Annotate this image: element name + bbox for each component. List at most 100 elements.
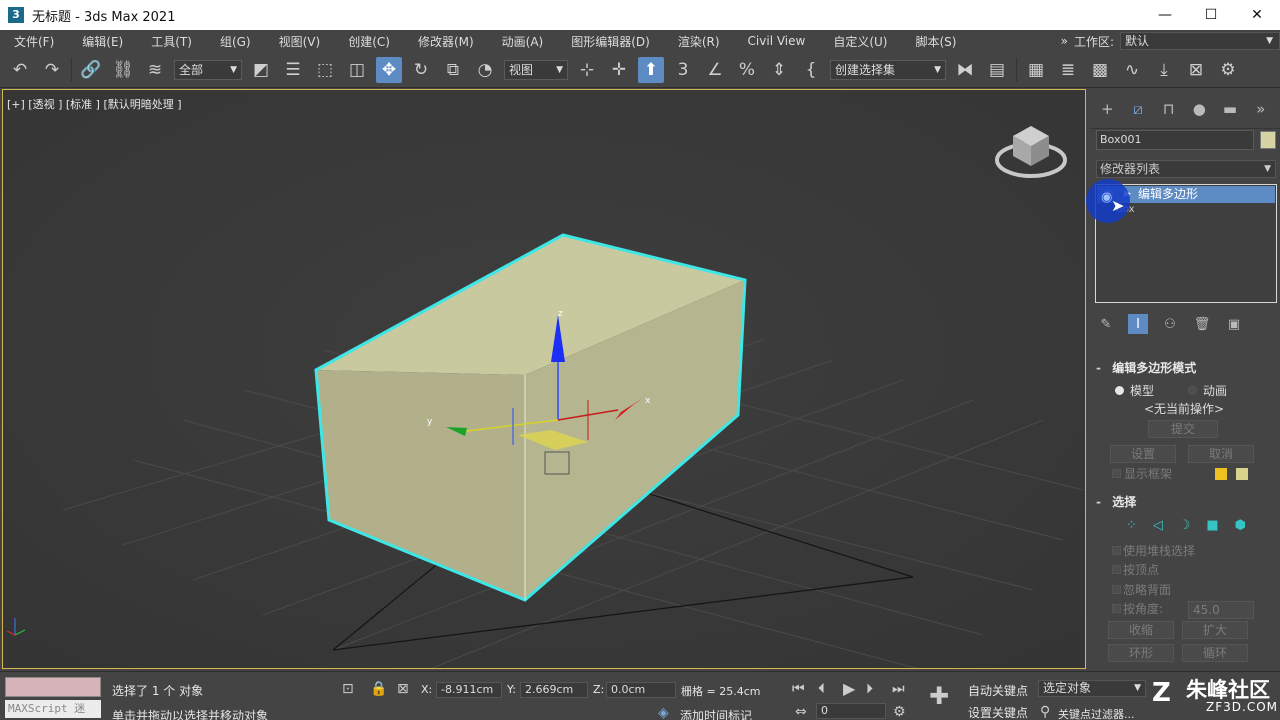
configure-sets-icon[interactable]: ▣ bbox=[1224, 314, 1244, 334]
object-color-swatch[interactable] bbox=[1260, 131, 1276, 149]
curve-editor-icon[interactable]: ∿ bbox=[1119, 57, 1145, 83]
menu-graph-editors[interactable]: 图形编辑器(D) bbox=[557, 33, 664, 50]
redo-icon[interactable]: ↷ bbox=[39, 57, 65, 83]
lock-icon[interactable]: 🔒 bbox=[370, 681, 387, 697]
snaps-toggle-icon[interactable]: 3 bbox=[670, 57, 696, 83]
angle-snap-icon[interactable]: ∠ bbox=[702, 57, 728, 83]
key-filters-button[interactable]: 关键点过滤器... bbox=[1058, 706, 1135, 720]
menu-animation[interactable]: 动画(A) bbox=[488, 33, 558, 50]
grow-button[interactable]: 扩大 bbox=[1182, 621, 1248, 639]
isolate-selection-icon[interactable]: ⊡ bbox=[342, 681, 354, 697]
menu-views[interactable]: 视图(V) bbox=[265, 33, 335, 50]
menu-modifiers[interactable]: 修改器(M) bbox=[404, 33, 488, 50]
menu-edit[interactable]: 编辑(E) bbox=[68, 33, 137, 50]
ignore-backfacing-checkbox[interactable] bbox=[1112, 585, 1121, 594]
y-coord-field[interactable]: 2.669cm bbox=[520, 682, 588, 698]
transform-mode-icon[interactable]: ⊠ bbox=[397, 681, 409, 697]
window-crossing-icon[interactable]: ◫ bbox=[344, 57, 370, 83]
layer-explorer-icon[interactable]: ≣ bbox=[1055, 57, 1081, 83]
rollout-edit-poly-mode[interactable]: - 编辑多边形模式 bbox=[1096, 359, 1276, 377]
menu-civil-view[interactable]: Civil View bbox=[734, 34, 820, 48]
rollout-selection[interactable]: - 选择 bbox=[1096, 493, 1276, 511]
bind-space-warp-icon[interactable]: ≋ bbox=[142, 57, 168, 83]
manipulate-icon[interactable]: ✛ bbox=[606, 57, 632, 83]
angle-spinner[interactable]: 45.0 bbox=[1188, 601, 1254, 619]
display-tab-icon[interactable]: ▬ bbox=[1219, 97, 1242, 121]
unlink-icon[interactable]: ⛓ bbox=[110, 57, 136, 83]
cancel-button[interactable]: 取消 bbox=[1188, 445, 1254, 463]
show-cage-checkbox[interactable] bbox=[1112, 469, 1121, 478]
shrink-button[interactable]: 收缩 bbox=[1108, 621, 1174, 639]
viewport-label[interactable]: [+] [透视 ] [标准 ] [默认明暗处理 ] bbox=[7, 96, 182, 112]
maximize-button[interactable]: ☐ bbox=[1188, 0, 1234, 30]
auto-key-button[interactable]: 自动关键点 bbox=[968, 682, 1028, 699]
edit-named-selections-icon[interactable]: { bbox=[798, 57, 824, 83]
undo-icon[interactable]: ↶ bbox=[7, 57, 33, 83]
menu-tools[interactable]: 工具(T) bbox=[137, 33, 206, 50]
select-and-scale-icon[interactable]: ⧉ bbox=[440, 57, 466, 83]
cage-selected-color-swatch[interactable] bbox=[1236, 468, 1248, 480]
render-setup-icon[interactable]: ⚙ bbox=[1215, 57, 1241, 83]
ring-button[interactable]: 环形 bbox=[1108, 644, 1174, 662]
show-end-result-icon[interactable]: Ⅰ bbox=[1128, 314, 1148, 334]
radio-animate[interactable] bbox=[1188, 386, 1197, 395]
ref-coord-dropdown[interactable]: 视图 ▼ bbox=[504, 59, 568, 80]
select-by-name-icon[interactable]: ☰ bbox=[280, 57, 306, 83]
by-vertex-checkbox[interactable] bbox=[1112, 565, 1121, 574]
goto-end-icon[interactable]: ⏭ bbox=[892, 681, 905, 697]
select-object-icon[interactable]: ◩ bbox=[248, 57, 274, 83]
select-and-rotate-icon[interactable]: ↻ bbox=[408, 57, 434, 83]
prev-frame-icon[interactable]: ⏴ bbox=[818, 681, 825, 697]
mirror-icon[interactable]: ⧓ bbox=[952, 57, 978, 83]
rect-selection-icon[interactable]: ⬚ bbox=[312, 57, 338, 83]
workspace-dropdown[interactable]: 默认 ▼ bbox=[1120, 32, 1280, 50]
scene-explorer-icon[interactable]: ▦ bbox=[1023, 57, 1049, 83]
make-unique-icon[interactable]: ⚇ bbox=[1160, 314, 1180, 334]
time-tag-icon[interactable]: ◈ bbox=[658, 705, 669, 720]
select-and-move-icon[interactable]: ✥ bbox=[376, 56, 402, 83]
commit-button[interactable]: 提交 bbox=[1148, 420, 1218, 438]
set-key-icon[interactable]: ✚ bbox=[929, 682, 949, 710]
border-level-icon[interactable]: ☽ bbox=[1179, 518, 1191, 533]
minimize-button[interactable]: — bbox=[1142, 0, 1188, 30]
object-name-field[interactable]: Box001 bbox=[1096, 130, 1254, 150]
key-mode-icon[interactable]: ⇔ bbox=[795, 704, 807, 720]
menu-group[interactable]: 组(G) bbox=[206, 33, 265, 50]
modify-tab-icon[interactable]: ⧄ bbox=[1127, 97, 1150, 121]
menu-rendering[interactable]: 渲染(R) bbox=[664, 33, 734, 50]
close-button[interactable]: ✕ bbox=[1234, 0, 1280, 30]
named-selection-dropdown[interactable]: 创建选择集 ▼ bbox=[830, 59, 946, 80]
add-time-tag[interactable]: 添加时间标记 bbox=[680, 707, 752, 720]
utilities-tab-icon[interactable]: » bbox=[1249, 97, 1272, 121]
hierarchy-tab-icon[interactable]: ⊓ bbox=[1157, 97, 1180, 121]
material-editor-icon[interactable]: ⊠ bbox=[1183, 57, 1209, 83]
menu-customize[interactable]: 自定义(U) bbox=[819, 33, 901, 50]
schematic-view-icon[interactable]: ⤓ bbox=[1151, 57, 1177, 83]
spinner-snap-icon[interactable]: ⇕ bbox=[766, 57, 792, 83]
select-and-place-icon[interactable]: ◔ bbox=[472, 57, 498, 83]
motion-tab-icon[interactable]: ● bbox=[1188, 97, 1211, 121]
goto-start-icon[interactable]: ⏮ bbox=[792, 681, 805, 697]
align-icon[interactable]: ▤ bbox=[984, 57, 1010, 83]
next-frame-icon[interactable]: ⏵ bbox=[866, 681, 873, 697]
current-frame-field[interactable]: 0 bbox=[816, 703, 886, 719]
time-config-icon[interactable]: ⚙ bbox=[893, 704, 906, 720]
link-icon[interactable]: 🔗 bbox=[78, 57, 104, 83]
by-angle-checkbox[interactable] bbox=[1112, 604, 1121, 613]
vertex-level-icon[interactable]: ⁘ bbox=[1126, 518, 1137, 533]
cage-color-swatch[interactable] bbox=[1215, 468, 1227, 480]
use-stack-selection-checkbox[interactable] bbox=[1112, 546, 1121, 555]
menu-create[interactable]: 创建(C) bbox=[334, 33, 404, 50]
selected-objects-dropdown[interactable]: 选定对象 ▼ bbox=[1038, 680, 1146, 697]
maxscript-listener-mini[interactable] bbox=[5, 677, 101, 697]
selection-filter-dropdown[interactable]: 全部 ▼ bbox=[174, 59, 242, 80]
menu-scripting[interactable]: 脚本(S) bbox=[901, 33, 970, 50]
modifier-list-dropdown[interactable]: 修改器列表 ▼ bbox=[1096, 160, 1276, 178]
menu-overflow-icon[interactable]: » bbox=[1061, 34, 1068, 48]
element-level-icon[interactable]: ⬢ bbox=[1235, 518, 1246, 533]
maxscript-input[interactable]: MAXScript 迷 bbox=[5, 700, 101, 718]
set-key-button[interactable]: 设置关键点 bbox=[968, 704, 1028, 720]
key-filters-icon[interactable]: ⚲ bbox=[1040, 704, 1050, 720]
percent-snap-icon[interactable]: % bbox=[734, 57, 760, 83]
x-coord-field[interactable]: -8.911cm bbox=[436, 682, 502, 698]
